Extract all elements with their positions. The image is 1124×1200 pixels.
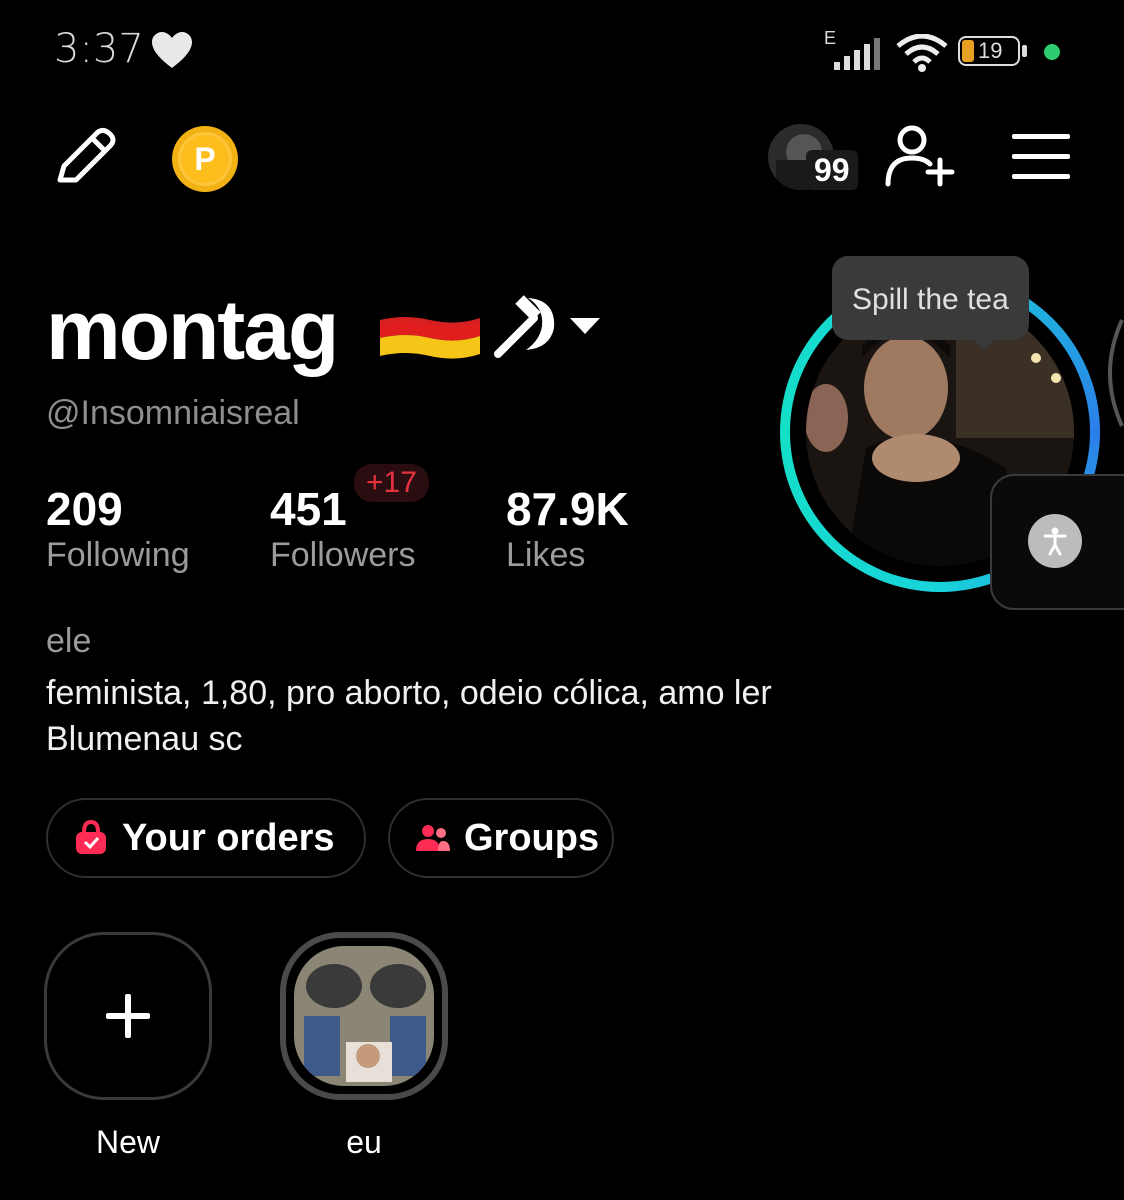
coin-icon: P	[178, 132, 232, 186]
privacy-dot	[1044, 44, 1060, 60]
shopping-bag-icon	[76, 820, 106, 854]
edge-handle[interactable]	[1094, 318, 1124, 428]
edit-pencil-icon[interactable]	[50, 126, 118, 190]
tooltip-bubble[interactable]: Spill the tea	[832, 256, 1029, 340]
groups-label: Groups	[464, 816, 600, 859]
wifi-icon	[896, 34, 948, 72]
following-count: 209	[46, 483, 123, 535]
new-followers-badge: +17	[354, 464, 429, 502]
highlight-label: eu	[346, 1124, 382, 1160]
battery-level: 19	[978, 38, 1003, 63]
hammer-sickle-icon	[494, 295, 555, 358]
add-friend-icon[interactable]	[884, 124, 956, 188]
menu-icon[interactable]	[1012, 134, 1070, 180]
your-orders-button[interactable]: Your orders	[46, 798, 366, 878]
tooltip-tail	[972, 338, 996, 350]
groups-button[interactable]: Groups	[388, 798, 614, 878]
likes-label: Likes	[506, 536, 586, 574]
likes-count: 87.9K	[506, 483, 629, 535]
accessibility-icon[interactable]	[1028, 514, 1082, 568]
germany-flag-icon	[380, 317, 480, 359]
new-highlight-button[interactable]	[44, 932, 212, 1100]
notification-count-badge: 99	[806, 150, 858, 190]
username-handle: @Insomniaisreal	[46, 394, 300, 432]
battery-icon: 19	[958, 36, 1032, 68]
plus-icon	[106, 994, 150, 1038]
chevron-down-icon[interactable]	[568, 316, 602, 336]
following-label: Following	[46, 536, 190, 574]
your-orders-label: Your orders	[122, 816, 335, 859]
group-icon	[416, 825, 450, 851]
display-name[interactable]: montag	[46, 282, 339, 379]
bio-text: feminista, 1,80, pro aborto, odeio cólic…	[46, 674, 772, 712]
highlight-label: New	[95, 1124, 160, 1160]
heart-icon	[152, 32, 192, 68]
coin-button[interactable]: P	[172, 126, 238, 192]
bio-pronoun: ele	[46, 622, 92, 660]
followers-label: Followers	[270, 536, 416, 574]
highlight-eu[interactable]	[280, 932, 448, 1100]
highlight-thumbnail	[294, 946, 434, 1086]
signal-icon: E	[822, 28, 884, 72]
bio-location: Blumenau sc	[46, 720, 243, 758]
followers-count: 451	[270, 483, 347, 535]
status-time: 3:37	[54, 26, 144, 72]
